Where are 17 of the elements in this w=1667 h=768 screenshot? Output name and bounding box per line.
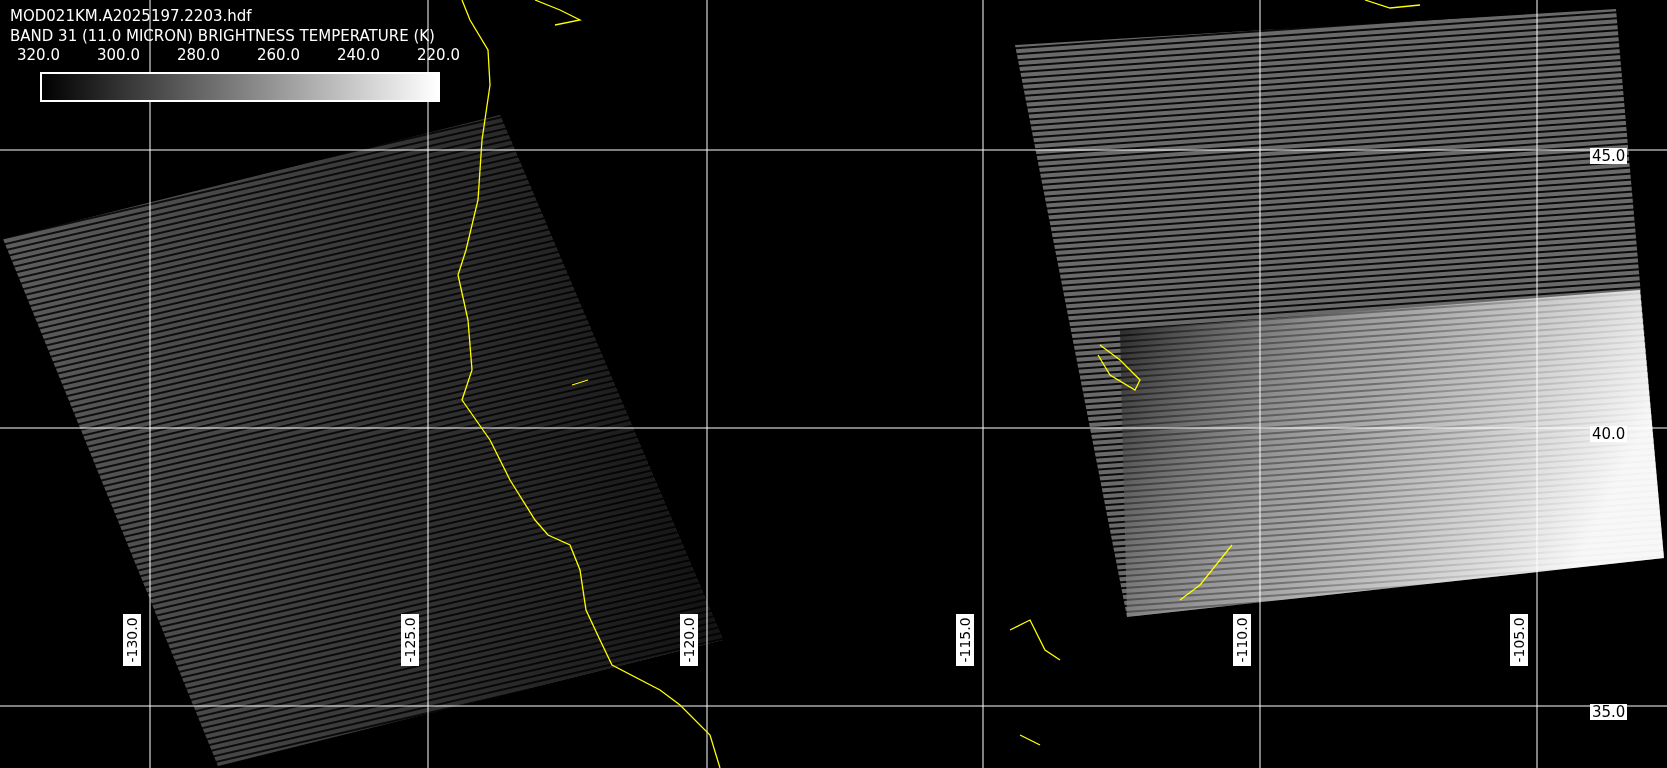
colorbar-tick-label: 260.0 (257, 46, 301, 64)
colorbar-tick-label: 240.0 (337, 46, 381, 64)
latitude-label: 40.0 (1590, 426, 1628, 442)
colorbar-tick-label: 320.0 (17, 46, 61, 64)
colorbar-tick-label: 300.0 (97, 46, 141, 64)
longitude-label: -120.0 (680, 614, 698, 666)
file-name: MOD021KM.A2025197.2203.hdf (10, 6, 253, 26)
latitude-label: 35.0 (1590, 704, 1628, 720)
longitude-label: -125.0 (401, 614, 419, 666)
longitude-label: -115.0 (956, 614, 974, 666)
band-label: BAND 31 (11.0 MICRON) BRIGHTNESS TEMPERATURE (K) (10, 26, 436, 46)
longitude-label: -105.0 (1510, 614, 1528, 666)
colorbar-tick-label: 220.0 (417, 46, 461, 64)
latitude-label: 45.0 (1590, 148, 1628, 164)
longitude-label: -130.0 (123, 614, 141, 666)
colorbar-tick-label: 280.0 (177, 46, 221, 64)
longitude-label: -110.0 (1233, 614, 1251, 666)
